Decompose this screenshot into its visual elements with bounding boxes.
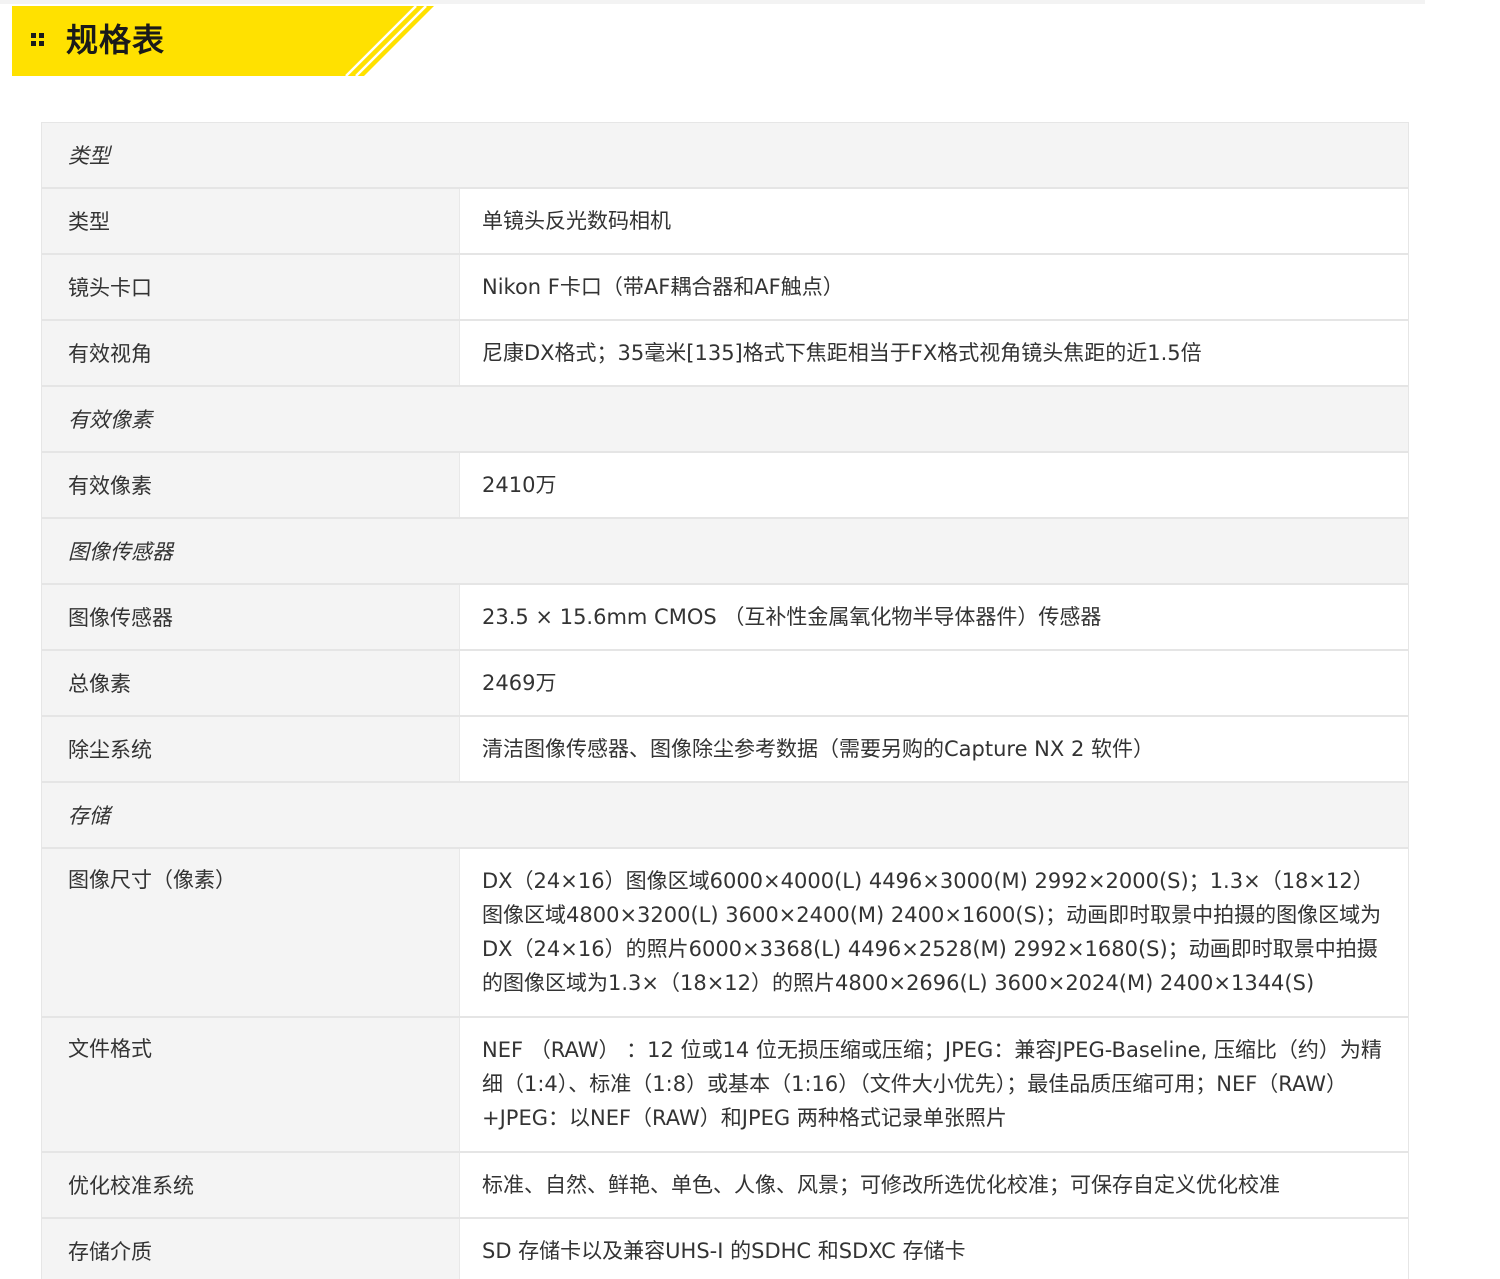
spec-row: 存储介质 SD 存储卡以及兼容UHS-I 的SDHC 和SDXC 存储卡	[42, 1219, 1408, 1279]
spec-value: 单镜头反光数码相机	[460, 189, 1408, 253]
spec-label: 图像传感器	[42, 585, 460, 649]
spec-value: 23.5 × 15.6mm CMOS （互补性金属氧化物半导体器件）传感器	[460, 585, 1408, 649]
spec-value: 2469万	[460, 651, 1408, 715]
section-title: 存储	[68, 804, 110, 828]
section-title: 有效像素	[68, 408, 152, 432]
spec-header-banner: 规格表	[12, 6, 442, 76]
spec-value: SD 存储卡以及兼容UHS-I 的SDHC 和SDXC 存储卡	[460, 1219, 1408, 1279]
top-divider	[0, 0, 1425, 4]
spec-label: 镜头卡口	[42, 255, 460, 319]
spec-label: 有效视角	[42, 321, 460, 385]
spec-row: 文件格式 NEF （RAW） ：12 位或14 位无损压缩或压缩；JPEG：兼容…	[42, 1018, 1408, 1153]
section-header: 图像传感器	[42, 519, 1408, 585]
spec-row: 图像尺寸（像素） DX（24×16）图像区域6000×4000(L) 4496×…	[42, 849, 1408, 1018]
spec-row: 图像传感器 23.5 × 15.6mm CMOS （互补性金属氧化物半导体器件）…	[42, 585, 1408, 651]
section-header: 有效像素	[42, 387, 1408, 453]
page-title: 规格表	[66, 21, 166, 59]
spec-value: DX（24×16）图像区域6000×4000(L) 4496×3000(M) 2…	[460, 849, 1408, 1016]
spec-row: 有效视角 尼康DX格式；35毫米[135]格式下焦距相当于FX格式视角镜头焦距的…	[42, 321, 1408, 387]
spec-value: 清洁图像传感器、图像除尘参考数据（需要另购的Capture NX 2 软件）	[460, 717, 1408, 781]
section-title: 类型	[68, 144, 110, 168]
spec-value: 尼康DX格式；35毫米[135]格式下焦距相当于FX格式视角镜头焦距的近1.5倍	[460, 321, 1408, 385]
spec-label: 类型	[42, 189, 460, 253]
spec-table: 类型 类型 单镜头反光数码相机 镜头卡口 Nikon F卡口（带AF耦合器和AF…	[41, 122, 1409, 1279]
spec-label: 有效像素	[42, 453, 460, 517]
section-header: 类型	[42, 123, 1408, 189]
spec-row: 总像素 2469万	[42, 651, 1408, 717]
spec-row: 有效像素 2410万	[42, 453, 1408, 519]
spec-value: 标准、自然、鲜艳、单色、人像、风景；可修改所选优化校准；可保存自定义优化校准	[460, 1153, 1408, 1217]
spec-value: NEF （RAW） ：12 位或14 位无损压缩或压缩；JPEG：兼容JPEG-…	[460, 1018, 1408, 1151]
spec-label: 优化校准系统	[42, 1153, 460, 1217]
spec-row: 优化校准系统 标准、自然、鲜艳、单色、人像、风景；可修改所选优化校准；可保存自定…	[42, 1153, 1408, 1219]
spec-value: Nikon F卡口（带AF耦合器和AF触点）	[460, 255, 1408, 319]
grid-dots-icon	[31, 33, 45, 47]
spec-row: 镜头卡口 Nikon F卡口（带AF耦合器和AF触点）	[42, 255, 1408, 321]
spec-row: 除尘系统 清洁图像传感器、图像除尘参考数据（需要另购的Capture NX 2 …	[42, 717, 1408, 783]
spec-row: 类型 单镜头反光数码相机	[42, 189, 1408, 255]
spec-label: 图像尺寸（像素）	[42, 849, 460, 1016]
spec-label: 存储介质	[42, 1219, 460, 1279]
spec-label: 总像素	[42, 651, 460, 715]
spec-label: 文件格式	[42, 1018, 460, 1151]
section-header: 存储	[42, 783, 1408, 849]
spec-label: 除尘系统	[42, 717, 460, 781]
section-title: 图像传感器	[68, 540, 173, 564]
spec-value: 2410万	[460, 453, 1408, 517]
